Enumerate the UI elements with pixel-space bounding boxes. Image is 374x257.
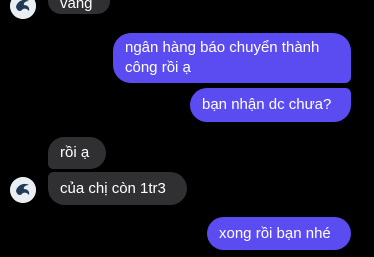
message-text: bạn nhận dc chưa? <box>202 96 332 113</box>
message-text: của chị còn 1tr3 <box>60 180 166 197</box>
dragon-logo-icon <box>10 0 36 19</box>
message-text-line-1: ngân hàng báo chuyển thành <box>125 39 320 56</box>
contact-avatar[interactable] <box>10 0 36 19</box>
incoming-message[interactable]: vâng <box>48 0 110 14</box>
message-text: vâng <box>60 0 93 12</box>
message-text: xong rồi bạn nhé <box>219 225 331 242</box>
contact-avatar[interactable] <box>10 177 36 203</box>
outgoing-message[interactable]: bạn nhận dc chưa? <box>190 88 351 122</box>
message-text: rồi ạ <box>60 144 90 161</box>
incoming-message[interactable]: của chị còn 1tr3 <box>48 172 187 205</box>
dragon-logo-icon <box>10 177 36 203</box>
message-text-line-2: công rồi ạ <box>125 59 191 76</box>
outgoing-message[interactable]: ngân hàng báo chuyển thành công rồi ạ <box>113 33 351 83</box>
outgoing-message[interactable]: xong rồi bạn nhé <box>207 217 351 250</box>
incoming-message[interactable]: rồi ạ <box>48 137 106 169</box>
